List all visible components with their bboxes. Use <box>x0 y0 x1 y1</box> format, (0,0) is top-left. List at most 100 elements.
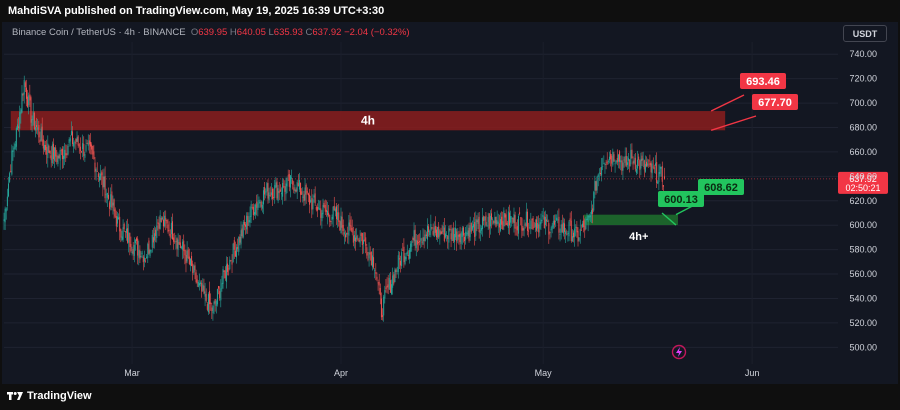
y-tick-label: 600.00 <box>849 220 877 230</box>
candle-body <box>511 217 513 219</box>
candle-body <box>340 215 342 234</box>
candle-body <box>122 227 124 240</box>
candle-body <box>257 203 259 210</box>
candle-body <box>451 228 453 241</box>
candle-body <box>498 223 500 228</box>
candle-body <box>112 202 114 206</box>
candle-body <box>442 225 444 233</box>
candle-body <box>320 208 322 218</box>
candle-body <box>154 233 156 241</box>
candle-body <box>6 196 8 207</box>
candle-body <box>577 230 579 242</box>
close-value: 637.92 <box>312 27 342 38</box>
candle-body <box>550 228 552 231</box>
candle-body <box>441 231 443 234</box>
candle-body <box>143 257 145 262</box>
candle-body <box>165 218 167 221</box>
candle-body <box>158 223 160 229</box>
candle-body <box>652 166 654 168</box>
candle-body <box>9 173 11 182</box>
candle-body <box>174 241 176 243</box>
candle-body <box>576 226 578 233</box>
candle-body <box>305 185 307 195</box>
candle-body <box>434 225 436 233</box>
candle-body <box>533 226 535 228</box>
candle-body <box>450 233 452 240</box>
candle-body <box>359 236 361 244</box>
candle-body <box>192 263 194 274</box>
candle-body <box>130 243 132 252</box>
candle-body <box>91 144 93 150</box>
candle-body <box>34 127 36 131</box>
candle-body <box>471 225 473 230</box>
candle-body <box>611 155 613 164</box>
candle-body <box>501 216 503 225</box>
candle-body <box>318 207 320 209</box>
candle-body <box>528 230 530 232</box>
callout-value: 600.13 <box>664 194 698 206</box>
y-tick-label: 700.00 <box>849 98 877 108</box>
candle-body <box>515 227 517 229</box>
candle-body <box>18 126 20 129</box>
candle-body <box>285 183 287 195</box>
candle-body <box>101 172 103 176</box>
candle-body <box>258 200 260 204</box>
candle-body <box>46 146 48 155</box>
candle-body <box>241 228 243 237</box>
candle-body <box>422 237 424 245</box>
candle-body <box>43 144 45 151</box>
candle-body <box>86 143 88 145</box>
candle-body <box>294 189 296 191</box>
candle-body <box>249 216 251 223</box>
candle-body <box>277 188 279 201</box>
candle-body <box>210 302 212 305</box>
candle-body <box>155 229 157 236</box>
candle-body <box>136 238 138 241</box>
candle-body <box>109 202 111 209</box>
candle-body <box>49 150 51 154</box>
candle-body <box>306 191 308 193</box>
candle-body <box>366 247 368 256</box>
y-tick-label: 520.00 <box>849 318 877 328</box>
candle-body <box>75 139 77 145</box>
candle-body <box>440 231 442 235</box>
candle-body <box>589 215 591 218</box>
candle-body <box>556 217 558 221</box>
candle-body <box>546 219 548 222</box>
candle-body <box>219 291 221 299</box>
candle-body <box>4 208 6 223</box>
y-tick-label: 720.00 <box>849 74 877 84</box>
candle-body <box>298 179 300 190</box>
candle-body <box>256 201 258 208</box>
candle-body <box>240 230 242 245</box>
candle-body <box>597 174 599 177</box>
candle-body <box>83 143 85 156</box>
candle-body <box>330 221 332 222</box>
candle-body <box>643 160 645 170</box>
candle-body <box>266 183 268 192</box>
candle-body <box>255 204 257 215</box>
candle-body <box>64 149 66 159</box>
candle-body <box>648 160 650 162</box>
candle-body <box>310 199 312 202</box>
candle-body <box>352 235 354 243</box>
candle-body <box>261 204 263 209</box>
currency-button[interactable]: USDT <box>843 25 887 42</box>
candle-body <box>56 155 58 163</box>
candle-body <box>462 227 464 236</box>
candle-body <box>41 126 43 142</box>
candle-body <box>21 93 23 113</box>
candle-body <box>38 125 40 138</box>
candle-body <box>200 282 202 285</box>
candle-body <box>466 232 468 235</box>
candle-body <box>224 270 226 279</box>
candle-body <box>364 239 366 241</box>
footer-bar <box>0 384 900 410</box>
candle-body <box>283 186 285 188</box>
candle-body <box>311 198 313 210</box>
candle-body <box>541 220 543 221</box>
candle-body <box>14 143 16 149</box>
candle-body <box>12 150 14 153</box>
candle-body <box>623 159 625 161</box>
candle-body <box>655 163 657 166</box>
